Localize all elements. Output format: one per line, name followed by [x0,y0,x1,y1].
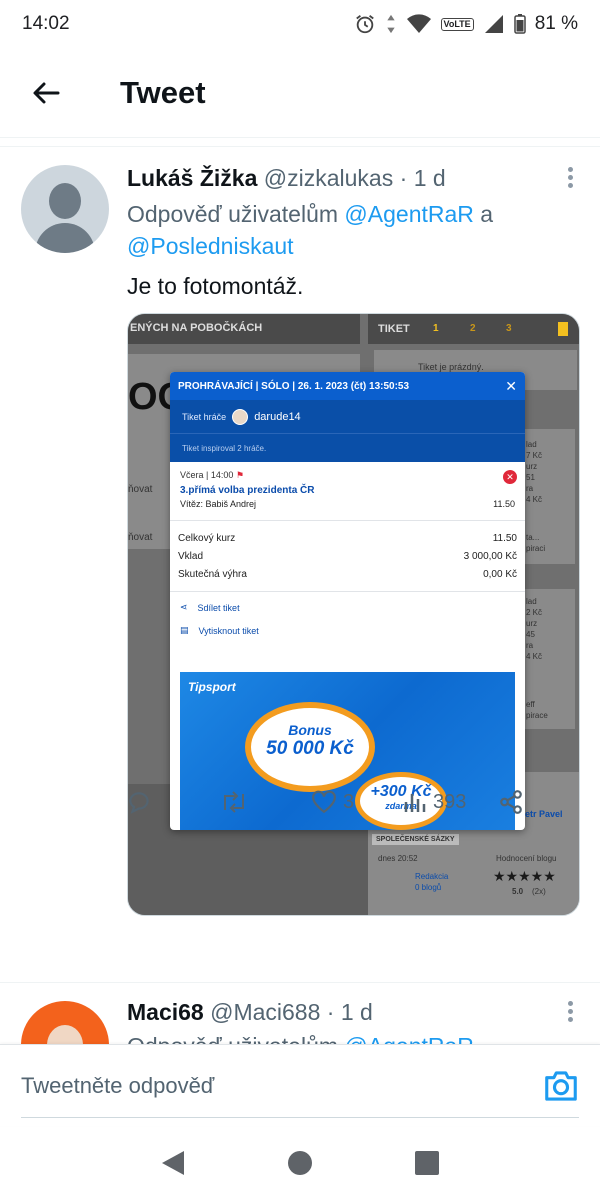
share-button[interactable] [498,789,524,815]
view-count: 393 [433,790,467,813]
author-handle[interactable]: @zizkalukas [264,165,393,191]
author-name[interactable]: Maci68 [127,999,204,1025]
tweet-image[interactable]: ENÝCH NA POBOČKÁCH OOI ňovat ňovat TIKET… [127,313,580,916]
tweet-age[interactable]: 1 d [341,999,373,1025]
tweet-author-line: Maci68 @Maci688 · 1 d [127,999,373,1025]
nav-recents-icon[interactable] [414,1150,440,1176]
tweet-text: Je to fotomontáž. [127,273,304,299]
more-options-icon[interactable] [568,1001,574,1023]
camera-icon[interactable] [542,1067,580,1105]
share-icon [500,790,522,814]
ticket-modal: PROHRÁVAJÍCÍ | SÓLO | 26. 1. 2023 (čt) 1… [170,372,525,830]
like-count: 3 [343,790,355,813]
reply-composer: Tweetněte odpověď [0,1044,600,1126]
retweet-icon [224,791,244,813]
system-nav-bar [0,1126,600,1200]
alarm-icon [355,15,374,34]
author-name[interactable]: Lukáš Žižka [127,165,257,191]
ticket-title: PROHRÁVAJÍCÍ | SÓLO | 26. 1. 2023 (čt) 1… [178,380,410,392]
more-options-icon[interactable] [568,167,574,189]
page-title: Tweet [120,74,206,110]
reply-input[interactable]: Tweetněte odpověď [21,1073,214,1099]
author-handle[interactable]: @Maci688 [210,999,320,1025]
status-bar: 14:02 VoLTE 81 % [0,0,600,48]
tweet[interactable]: Lukáš Žižka @zizkalukas · 1 d Odpověď už… [0,146,600,980]
tweet[interactable]: Maci68 @Maci688 · 1 d Odpověď uživatelům… [0,982,600,1044]
back-arrow-icon[interactable] [30,77,62,109]
views-icon [404,794,426,812]
close-icon: ✕ [505,377,517,394]
reply-button[interactable] [127,789,219,815]
nav-home-icon[interactable] [287,1150,313,1176]
retweet-button[interactable] [219,789,311,815]
reply-context: Odpověď uživatelům @AgentRaR [127,1033,474,1044]
reply-context: Odpověď uživatelům @AgentRaR a [127,201,494,227]
battery-icon [513,14,526,34]
lost-icon: ✕ [503,470,517,484]
mention-link[interactable]: @AgentRaR [344,201,473,227]
share-icon: ⋖ [180,602,188,612]
nav-back-icon[interactable] [160,1149,186,1177]
player-name: darude14 [254,410,301,423]
tweet-age[interactable]: 1 d [414,165,446,191]
print-icon: ▤ [180,625,189,635]
app-header: Tweet [0,48,600,138]
mention-link[interactable]: @Posledniskaut [127,233,294,259]
comment-icon [129,792,149,814]
avatar[interactable] [21,165,109,253]
avatar[interactable] [21,1001,109,1044]
mention-link[interactable]: @AgentRaR [344,1033,473,1044]
bg-tiket-tab: TIKET [378,323,410,335]
wifi-icon [406,14,431,33]
views-button[interactable]: 393 [403,790,498,814]
reply-divider [21,1117,579,1118]
like-button[interactable]: 3 [311,790,403,814]
status-time: 14:02 [22,13,70,34]
heart-icon [312,790,336,814]
volte-badge: VoLTE [440,17,474,31]
tweet-author-line: Lukáš Žižka @zizkalukas · 1 d [127,165,446,191]
player-avatar [232,408,249,425]
bg-left-header: ENÝCH NA POBOČKÁCH [128,314,360,344]
signal-icon [484,15,503,33]
battery-level: 81 % [534,13,578,34]
data-arrows-icon [386,14,395,34]
